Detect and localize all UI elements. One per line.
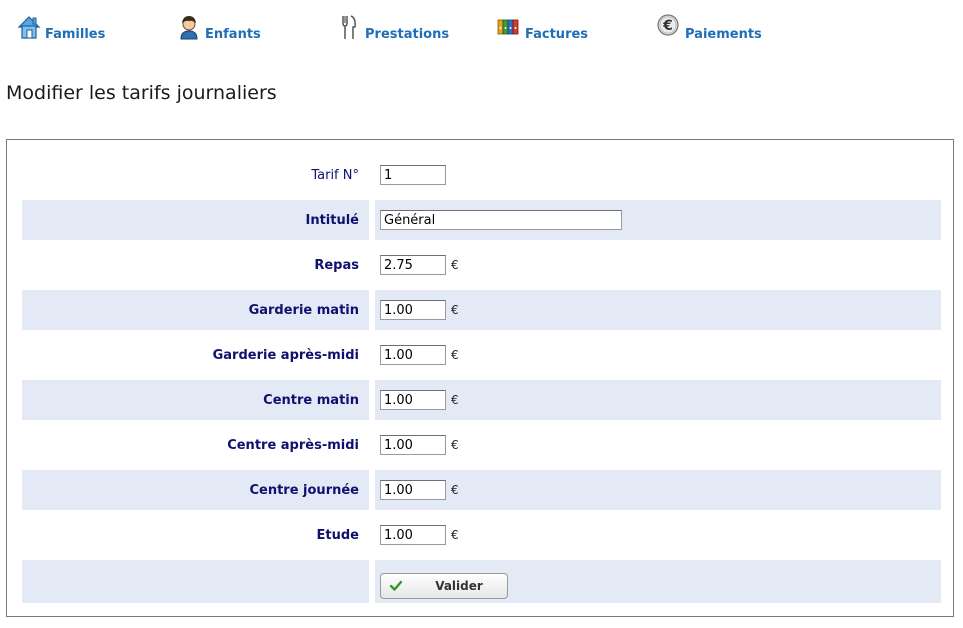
page-title: Modifier les tarifs journaliers bbox=[6, 82, 277, 104]
field-label: Tarif N° bbox=[311, 168, 359, 183]
currency-unit: € bbox=[451, 393, 459, 407]
centre-matin-input[interactable] bbox=[380, 390, 446, 410]
centre-journee-input[interactable] bbox=[380, 480, 446, 500]
form-row-centre-journee: Centre journée € bbox=[22, 470, 941, 510]
centre-apres-midi-input[interactable] bbox=[380, 435, 446, 455]
fork-knife-icon bbox=[342, 15, 356, 39]
form-row-garderie-apres-midi: Garderie après-midi € bbox=[22, 335, 941, 375]
nav-factures-label: Factures bbox=[525, 27, 589, 42]
child-icon bbox=[180, 16, 198, 40]
binders-icon bbox=[497, 19, 519, 35]
currency-unit: € bbox=[451, 348, 459, 362]
form-row-repas: Repas € bbox=[22, 245, 941, 285]
form-row-centre-apres-midi: Centre après-midi € bbox=[22, 425, 941, 465]
submit-button[interactable]: Valider bbox=[380, 573, 508, 599]
currency-unit: € bbox=[451, 528, 459, 542]
field-label: Garderie matin bbox=[248, 303, 359, 318]
repas-input[interactable] bbox=[380, 255, 446, 275]
form-row-etude: Etude € bbox=[22, 515, 941, 555]
nav-enfants-label: Enfants bbox=[205, 27, 261, 42]
currency-unit: € bbox=[451, 483, 459, 497]
nav-prestations-label: Prestations bbox=[365, 27, 450, 42]
field-label: Centre journée bbox=[249, 483, 359, 498]
currency-unit: € bbox=[451, 438, 459, 452]
garderie-apres-midi-input[interactable] bbox=[380, 345, 446, 365]
house-icon bbox=[17, 16, 41, 39]
garderie-matin-input[interactable] bbox=[380, 300, 446, 320]
etude-input[interactable] bbox=[380, 525, 446, 545]
svg-text:€: € bbox=[662, 18, 673, 34]
form-row-tarif-number: Tarif N° bbox=[22, 155, 941, 195]
intitule-input[interactable] bbox=[380, 210, 622, 230]
form-row-centre-matin: Centre matin € bbox=[22, 380, 941, 420]
currency-unit: € bbox=[451, 258, 459, 272]
nav-paiements-label: Paiements bbox=[685, 27, 762, 42]
field-label: Centre après-midi bbox=[227, 438, 359, 453]
currency-unit: € bbox=[451, 303, 459, 317]
form-row-actions: Valider bbox=[22, 560, 941, 603]
tarif-number-input[interactable] bbox=[380, 165, 446, 185]
field-label: Repas bbox=[314, 258, 359, 273]
daily-rates-form: Tarif N° Intitulé Repas € Garderie matin… bbox=[6, 139, 954, 617]
check-icon bbox=[390, 580, 402, 591]
nav-familles-label: Familles bbox=[45, 27, 106, 42]
submit-button-label: Valider bbox=[435, 579, 483, 593]
field-label: Garderie après-midi bbox=[212, 348, 359, 363]
field-label: Centre matin bbox=[263, 393, 359, 408]
form-row-garderie-matin: Garderie matin € bbox=[22, 290, 941, 330]
field-label: Etude bbox=[316, 528, 359, 543]
field-label: Intitulé bbox=[305, 213, 359, 228]
form-row-intitule: Intitulé bbox=[22, 200, 941, 240]
euro-coin-icon: € bbox=[657, 14, 679, 36]
